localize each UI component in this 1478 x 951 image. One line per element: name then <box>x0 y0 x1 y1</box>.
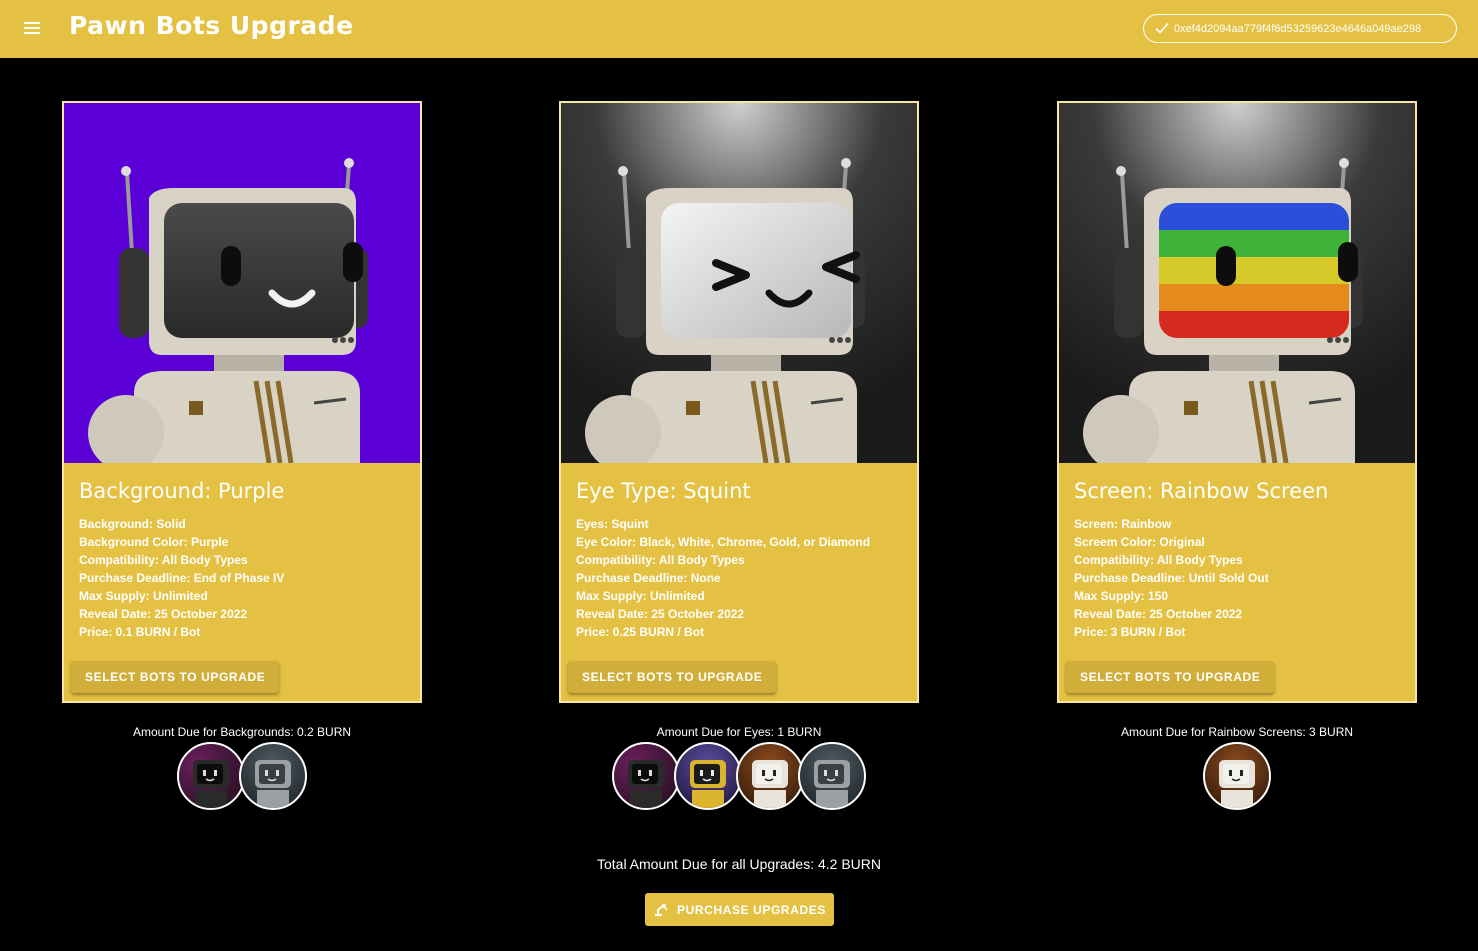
robot-illustration <box>64 103 420 463</box>
selected-bots <box>62 742 422 812</box>
attribute-line: Purchase Deadline: End of Phase IV <box>79 571 285 585</box>
upgrade-card-background: Background: Purple Background: Solid Backg… <box>62 101 422 703</box>
purchase-upgrades-button[interactable]: PURCHASE UPGRADES <box>645 893 834 926</box>
attribute-line: Price: 0.1 BURN / Bot <box>79 625 201 639</box>
upgrade-title: Background: Purple <box>79 479 285 503</box>
total-amount-due: Total Amount Due for all Upgrades: 4.2 B… <box>596 856 882 872</box>
select-bots-button[interactable]: SELECT BOTS TO UPGRADE <box>1066 661 1275 693</box>
robot-illustration <box>561 103 917 463</box>
check-icon <box>1155 22 1169 34</box>
upgrade-preview-image <box>561 103 917 463</box>
menu-icon[interactable] <box>16 14 48 44</box>
selected-bots <box>1057 742 1417 812</box>
bot-avatar-icon <box>628 760 664 808</box>
upgrade-preview-image <box>64 103 420 463</box>
amount-due: Amount Due for Rainbow Screens: 3 BURN <box>1120 725 1354 739</box>
bot-avatar-icon <box>690 760 726 808</box>
robot-arm-icon <box>655 903 668 916</box>
bot-avatar-icon <box>193 760 229 808</box>
attribute-line: Screem Color: Original <box>1074 535 1205 549</box>
selected-bot-avatar[interactable] <box>798 742 866 810</box>
upgrade-attributes: Eyes: Squint Eye Color: Black, White, Chr… <box>576 515 870 641</box>
attribute-line: Reveal Date: 25 October 2022 <box>576 607 745 621</box>
selected-bot-avatar[interactable] <box>674 742 742 810</box>
upgrade-card-eye-type: Eye Type: Squint Eyes: Squint Eye Color: B… <box>559 101 919 703</box>
attribute-line: Purchase Deadline: None <box>576 571 721 585</box>
select-bots-button[interactable]: SELECT BOTS TO UPGRADE <box>568 661 777 693</box>
amount-due: Amount Due for Backgrounds: 0.2 BURN <box>132 725 352 739</box>
bot-avatar-icon <box>752 760 788 808</box>
bot-avatar-icon <box>1219 760 1255 808</box>
attribute-line: Max Supply: 150 <box>1074 589 1169 603</box>
app-bar: Pawn Bots Upgrade 0xef4d2094aa779f4f6d53… <box>0 0 1478 58</box>
upgrade-preview-image <box>1059 103 1415 463</box>
selected-bot-avatar[interactable] <box>177 742 245 810</box>
amount-due: Amount Due for Eyes: 1 BURN <box>656 725 822 739</box>
attribute-line: Eye Color: Black, White, Chrome, Gold, o… <box>576 535 871 549</box>
attribute-line: Price: 0.25 BURN / Bot <box>576 625 705 639</box>
purchase-upgrades-label: PURCHASE UPGRADES <box>677 902 826 917</box>
attribute-line: Screen: Rainbow <box>1074 517 1172 531</box>
attribute-line: Background Color: Purple <box>79 535 229 549</box>
selected-bot-avatar[interactable] <box>239 742 307 810</box>
robot-illustration <box>1059 103 1415 463</box>
app-title: Pawn Bots Upgrade <box>69 11 354 40</box>
upgrade-attributes: Screen: Rainbow Screem Color: Original Com… <box>1074 515 1269 641</box>
selected-bot-avatar[interactable] <box>736 742 804 810</box>
select-bots-button[interactable]: SELECT BOTS TO UPGRADE <box>71 661 280 693</box>
upgrade-title: Eye Type: Squint <box>576 479 751 503</box>
attribute-line: Background: Solid <box>79 517 186 531</box>
attribute-line: Max Supply: Unlimited <box>79 589 208 603</box>
upgrade-attributes: Background: Solid Background Color: Purpl… <box>79 515 284 641</box>
wallet-address-chip[interactable]: 0xef4d2094aa779f4f6d53259623e4646a049ae2… <box>1143 14 1457 43</box>
attribute-line: Compatibility: All Body Types <box>576 553 745 567</box>
selected-bot-avatar[interactable] <box>1203 742 1271 810</box>
attribute-line: Max Supply: Unlimited <box>576 589 705 603</box>
wallet-address: 0xef4d2094aa779f4f6d53259623e4646a049ae2… <box>1174 22 1422 35</box>
bot-avatar-icon <box>814 760 850 808</box>
attribute-line: Compatibility: All Body Types <box>79 553 248 567</box>
upgrade-card-screen: Screen: Rainbow Screen Screen: Rainbow Scr… <box>1057 101 1417 703</box>
bot-avatar-icon <box>255 760 291 808</box>
attribute-line: Reveal Date: 25 October 2022 <box>1074 607 1243 621</box>
attribute-line: Reveal Date: 25 October 2022 <box>79 607 248 621</box>
attribute-line: Purchase Deadline: Until Sold Out <box>1074 571 1269 585</box>
attribute-line: Price: 3 BURN / Bot <box>1074 625 1186 639</box>
selected-bot-avatar[interactable] <box>612 742 680 810</box>
attribute-line: Eyes: Squint <box>576 517 649 531</box>
upgrade-title: Screen: Rainbow Screen <box>1074 479 1329 503</box>
selected-bots <box>559 742 919 812</box>
attribute-line: Compatibility: All Body Types <box>1074 553 1243 567</box>
